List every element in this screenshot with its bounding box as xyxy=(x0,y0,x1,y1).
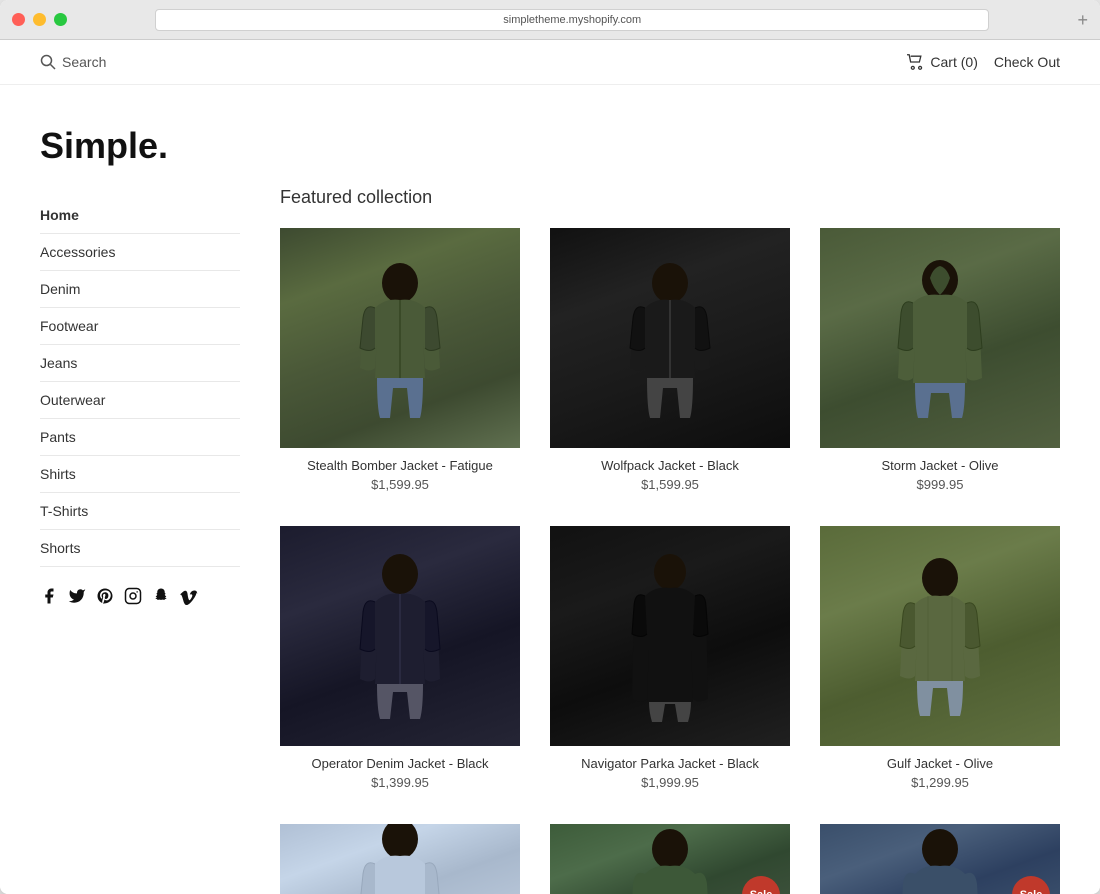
product-name: Operator Denim Jacket - Black xyxy=(280,756,520,771)
url-bar[interactable]: simpletheme.myshopify.com xyxy=(155,9,989,31)
vimeo-icon[interactable] xyxy=(180,587,198,610)
product-price: $999.95 xyxy=(820,477,1060,492)
product-price: $1,599.95 xyxy=(550,477,790,492)
product-price: $1,999.95 xyxy=(550,775,790,790)
logo-area: Simple. xyxy=(0,85,1100,187)
social-icons xyxy=(40,587,240,610)
search-icon xyxy=(40,54,56,70)
product-info: Gulf Jacket - Olive $1,299.95 xyxy=(820,746,1060,794)
product-info: Storm Jacket - Olive $999.95 xyxy=(820,448,1060,496)
search-label: Search xyxy=(62,54,106,70)
sidebar-item-outerwear[interactable]: Outerwear xyxy=(40,382,240,419)
product-info: Stealth Bomber Jacket - Fatigue $1,599.9… xyxy=(280,448,520,496)
snapchat-icon[interactable] xyxy=(152,587,170,610)
sidebar-item-denim[interactable]: Denim xyxy=(40,271,240,308)
collection-title: Featured collection xyxy=(280,187,1060,208)
product-image: Sale xyxy=(550,824,790,894)
sidebar-item-shorts[interactable]: Shorts xyxy=(40,530,240,567)
product-image xyxy=(550,526,790,746)
product-image xyxy=(820,526,1060,746)
nav-right: Cart (0) Check Out xyxy=(906,54,1060,70)
maximize-button[interactable] xyxy=(54,13,67,26)
products-grid: Stealth Bomber Jacket - Fatigue $1,599.9… xyxy=(280,228,1060,894)
product-price: $1,399.95 xyxy=(280,775,520,790)
product-name: Storm Jacket - Olive xyxy=(820,458,1060,473)
minimize-button[interactable] xyxy=(33,13,46,26)
product-image xyxy=(280,824,520,894)
product-price: $1,299.95 xyxy=(820,775,1060,790)
products-area: Featured collection xyxy=(240,187,1060,894)
sidebar-item-pants[interactable]: Pants xyxy=(40,419,240,456)
product-image xyxy=(550,228,790,448)
site-logo[interactable]: Simple. xyxy=(40,125,1060,167)
product-card[interactable]: Sale xyxy=(550,824,790,894)
product-info: Wolfpack Jacket - Black $1,599.95 xyxy=(550,448,790,496)
product-card[interactable]: Navigator Parka Jacket - Black $1,999.95 xyxy=(550,526,790,794)
product-image xyxy=(280,228,520,448)
product-price: $1,599.95 xyxy=(280,477,520,492)
sidebar-item-footwear[interactable]: Footwear xyxy=(40,308,240,345)
top-nav: Search Cart (0) Check Out xyxy=(0,40,1100,85)
cart-area[interactable]: Cart (0) xyxy=(906,54,977,70)
product-info: Operator Denim Jacket - Black $1,399.95 xyxy=(280,746,520,794)
twitter-icon[interactable] xyxy=(68,587,86,610)
page-content: Search Cart (0) Check Out Simple. xyxy=(0,40,1100,894)
product-info: Navigator Parka Jacket - Black $1,999.95 xyxy=(550,746,790,794)
browser-titlebar: simpletheme.myshopify.com + xyxy=(0,0,1100,40)
sidebar-item-accessories[interactable]: Accessories xyxy=(40,234,240,271)
close-button[interactable] xyxy=(12,13,25,26)
main-layout: Home Accessories Denim Footwear Jeans Ou… xyxy=(0,187,1100,894)
new-tab-button[interactable]: + xyxy=(1077,11,1088,29)
product-image xyxy=(820,228,1060,448)
sidebar-item-jeans[interactable]: Jeans xyxy=(40,345,240,382)
product-card[interactable]: Stealth Bomber Jacket - Fatigue $1,599.9… xyxy=(280,228,520,496)
product-image: Sale xyxy=(820,824,1060,894)
product-name: Gulf Jacket - Olive xyxy=(820,756,1060,771)
product-card[interactable] xyxy=(280,824,520,894)
sale-badge: Sale xyxy=(1012,876,1050,894)
facebook-icon[interactable] xyxy=(40,587,58,610)
cart-icon xyxy=(906,54,924,70)
product-card[interactable]: Wolfpack Jacket - Black $1,599.95 xyxy=(550,228,790,496)
product-name: Stealth Bomber Jacket - Fatigue xyxy=(280,458,520,473)
product-card[interactable]: Gulf Jacket - Olive $1,299.95 xyxy=(820,526,1060,794)
sale-badge: Sale xyxy=(742,876,780,894)
sidebar-item-home[interactable]: Home xyxy=(40,197,240,234)
product-card[interactable]: Sale xyxy=(820,824,1060,894)
product-name: Wolfpack Jacket - Black xyxy=(550,458,790,473)
instagram-icon[interactable] xyxy=(124,587,142,610)
checkout-link[interactable]: Check Out xyxy=(994,54,1060,70)
product-card[interactable]: Operator Denim Jacket - Black $1,399.95 xyxy=(280,526,520,794)
cart-label: Cart (0) xyxy=(930,54,977,70)
browser-window: simpletheme.myshopify.com + Search xyxy=(0,0,1100,894)
product-card[interactable]: Storm Jacket - Olive $999.95 xyxy=(820,228,1060,496)
sidebar-item-shirts[interactable]: Shirts xyxy=(40,456,240,493)
sidebar-item-tshirts[interactable]: T-Shirts xyxy=(40,493,240,530)
sidebar: Home Accessories Denim Footwear Jeans Ou… xyxy=(40,187,240,894)
search-area[interactable]: Search xyxy=(40,54,106,70)
product-name: Navigator Parka Jacket - Black xyxy=(550,756,790,771)
product-image xyxy=(280,526,520,746)
pinterest-icon[interactable] xyxy=(96,587,114,610)
